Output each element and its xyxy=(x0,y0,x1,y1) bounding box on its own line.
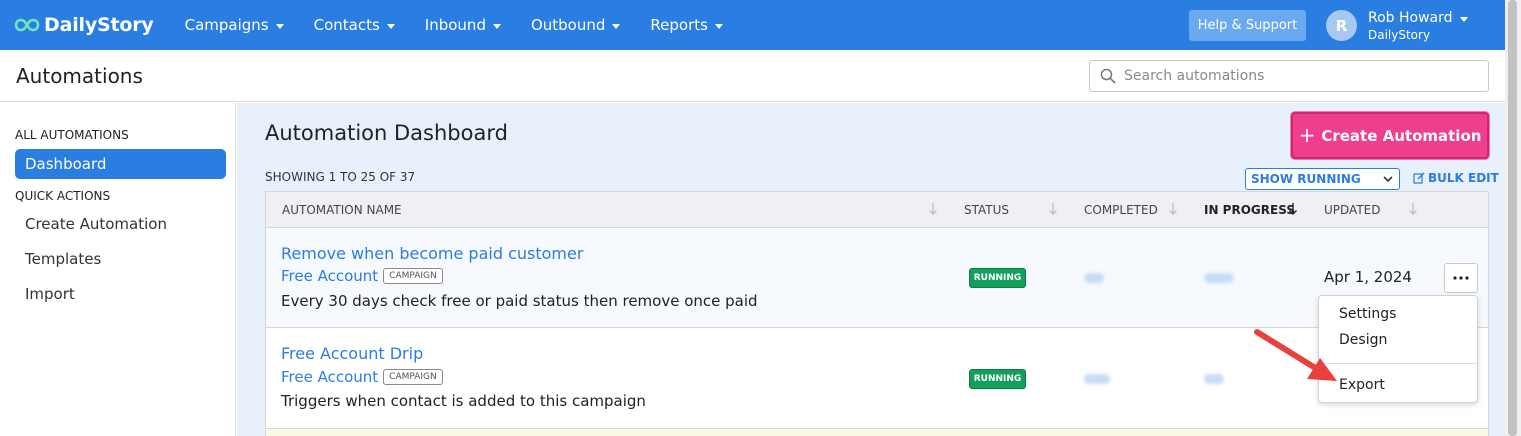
column-header-status[interactable]: STATUS xyxy=(964,203,1009,217)
more-horizontal-icon xyxy=(1453,276,1469,280)
logo[interactable]: DailyStory xyxy=(14,14,154,36)
page-title: Automations xyxy=(16,64,143,88)
sidebar: ALL AUTOMATIONS Dashboard QUICK ACTIONS … xyxy=(0,103,236,436)
sidebar-section-all: ALL AUTOMATIONS xyxy=(15,128,129,142)
nav-contacts[interactable]: Contacts xyxy=(314,16,395,34)
column-header-in-progress[interactable]: IN PROGRESS xyxy=(1204,203,1295,217)
sidebar-item-templates[interactable]: Templates xyxy=(25,250,101,268)
sidebar-item-dashboard[interactable]: Dashboard xyxy=(15,149,226,179)
automation-description: Triggers when contact is added to this c… xyxy=(281,392,646,410)
campaign-tag: CAMPAIGN xyxy=(383,369,443,385)
dashboard-title: Automation Dashboard xyxy=(265,121,508,145)
plus-icon: + xyxy=(1298,122,1316,147)
avatar[interactable]: R xyxy=(1326,10,1357,41)
logo-text: DailyStory xyxy=(44,14,154,36)
showing-count: SHOWING 1 TO 25 OF 37 xyxy=(265,170,416,184)
search-icon xyxy=(1100,68,1116,84)
status-badge: RUNNING xyxy=(969,369,1026,389)
column-header-name[interactable]: AUTOMATION NAME xyxy=(282,203,402,217)
sidebar-item-create-automation[interactable]: Create Automation xyxy=(25,215,167,233)
table-header: AUTOMATION NAME STATUS COMPLETED IN PROG… xyxy=(266,192,1488,228)
user-name: Rob Howard xyxy=(1368,10,1453,26)
campaign-link[interactable]: Free Account CAMPAIGN xyxy=(281,368,443,386)
search-box[interactable] xyxy=(1089,60,1489,92)
caret-down-icon xyxy=(492,23,501,29)
column-header-updated[interactable]: UPDATED xyxy=(1324,203,1380,217)
campaign-link[interactable]: Free Account CAMPAIGN xyxy=(281,267,443,285)
in-progress-value-blurred xyxy=(1204,374,1224,384)
user-menu[interactable]: Rob Howard xyxy=(1368,10,1468,26)
column-header-completed[interactable]: COMPLETED xyxy=(1084,203,1158,217)
updated-date: Apr 1, 2024 xyxy=(1324,268,1412,286)
sort-arrow-icon[interactable] xyxy=(1048,202,1058,216)
in-progress-value-blurred xyxy=(1204,273,1234,283)
caret-down-icon xyxy=(386,23,395,29)
caret-down-icon xyxy=(275,23,284,29)
automation-description: Every 30 days check free or paid status … xyxy=(281,292,758,310)
scrollbar-thumb[interactable] xyxy=(1508,0,1517,436)
menu-item-settings[interactable]: Settings xyxy=(1339,306,1396,322)
nav-campaigns[interactable]: Campaigns xyxy=(185,16,284,34)
automation-name-link[interactable]: Remove when become paid customer xyxy=(281,244,583,263)
sort-arrow-icon[interactable] xyxy=(928,202,938,216)
edit-icon xyxy=(1413,172,1425,184)
chevron-down-icon xyxy=(1383,176,1393,183)
campaign-tag: CAMPAIGN xyxy=(383,268,443,284)
caret-down-icon xyxy=(612,23,621,29)
sort-arrow-active-icon[interactable] xyxy=(1288,202,1298,216)
completed-value-blurred xyxy=(1084,374,1110,384)
sidebar-section-quick: QUICK ACTIONS xyxy=(15,189,111,203)
automation-name-link[interactable]: Free Account Drip xyxy=(281,344,423,363)
menu-item-design[interactable]: Design xyxy=(1339,332,1387,348)
row-actions-button[interactable] xyxy=(1444,263,1478,293)
caret-down-icon xyxy=(714,23,723,29)
bulk-edit-link[interactable]: BULK EDIT xyxy=(1413,171,1499,185)
search-input[interactable] xyxy=(1124,68,1464,84)
table-row-partial xyxy=(266,429,1488,436)
infinity-logo-icon xyxy=(14,18,40,32)
sidebar-item-import[interactable]: Import xyxy=(25,285,75,303)
page-header: Automations xyxy=(0,50,1505,102)
create-automation-button[interactable]: + Create Automation xyxy=(1291,112,1489,159)
automations-table: AUTOMATION NAME STATUS COMPLETED IN PROG… xyxy=(265,191,1489,436)
sort-arrow-icon[interactable] xyxy=(1168,202,1178,216)
completed-value-blurred xyxy=(1084,273,1104,283)
sort-arrow-icon[interactable] xyxy=(1408,202,1418,216)
status-filter-select[interactable]: SHOW RUNNING xyxy=(1245,168,1400,190)
table-row[interactable]: Remove when become paid customer Free Ac… xyxy=(266,228,1488,328)
menu-item-export[interactable]: Export xyxy=(1339,377,1385,393)
help-support-button[interactable]: Help & Support xyxy=(1189,10,1306,41)
caret-down-icon xyxy=(1459,16,1468,22)
status-badge: RUNNING xyxy=(969,268,1026,288)
user-org: DailyStory xyxy=(1368,28,1431,42)
nav-reports[interactable]: Reports xyxy=(650,16,723,34)
annotation-arrow-icon xyxy=(1254,329,1337,381)
nav-inbound[interactable]: Inbound xyxy=(425,16,501,34)
nav-outbound[interactable]: Outbound xyxy=(531,16,621,34)
